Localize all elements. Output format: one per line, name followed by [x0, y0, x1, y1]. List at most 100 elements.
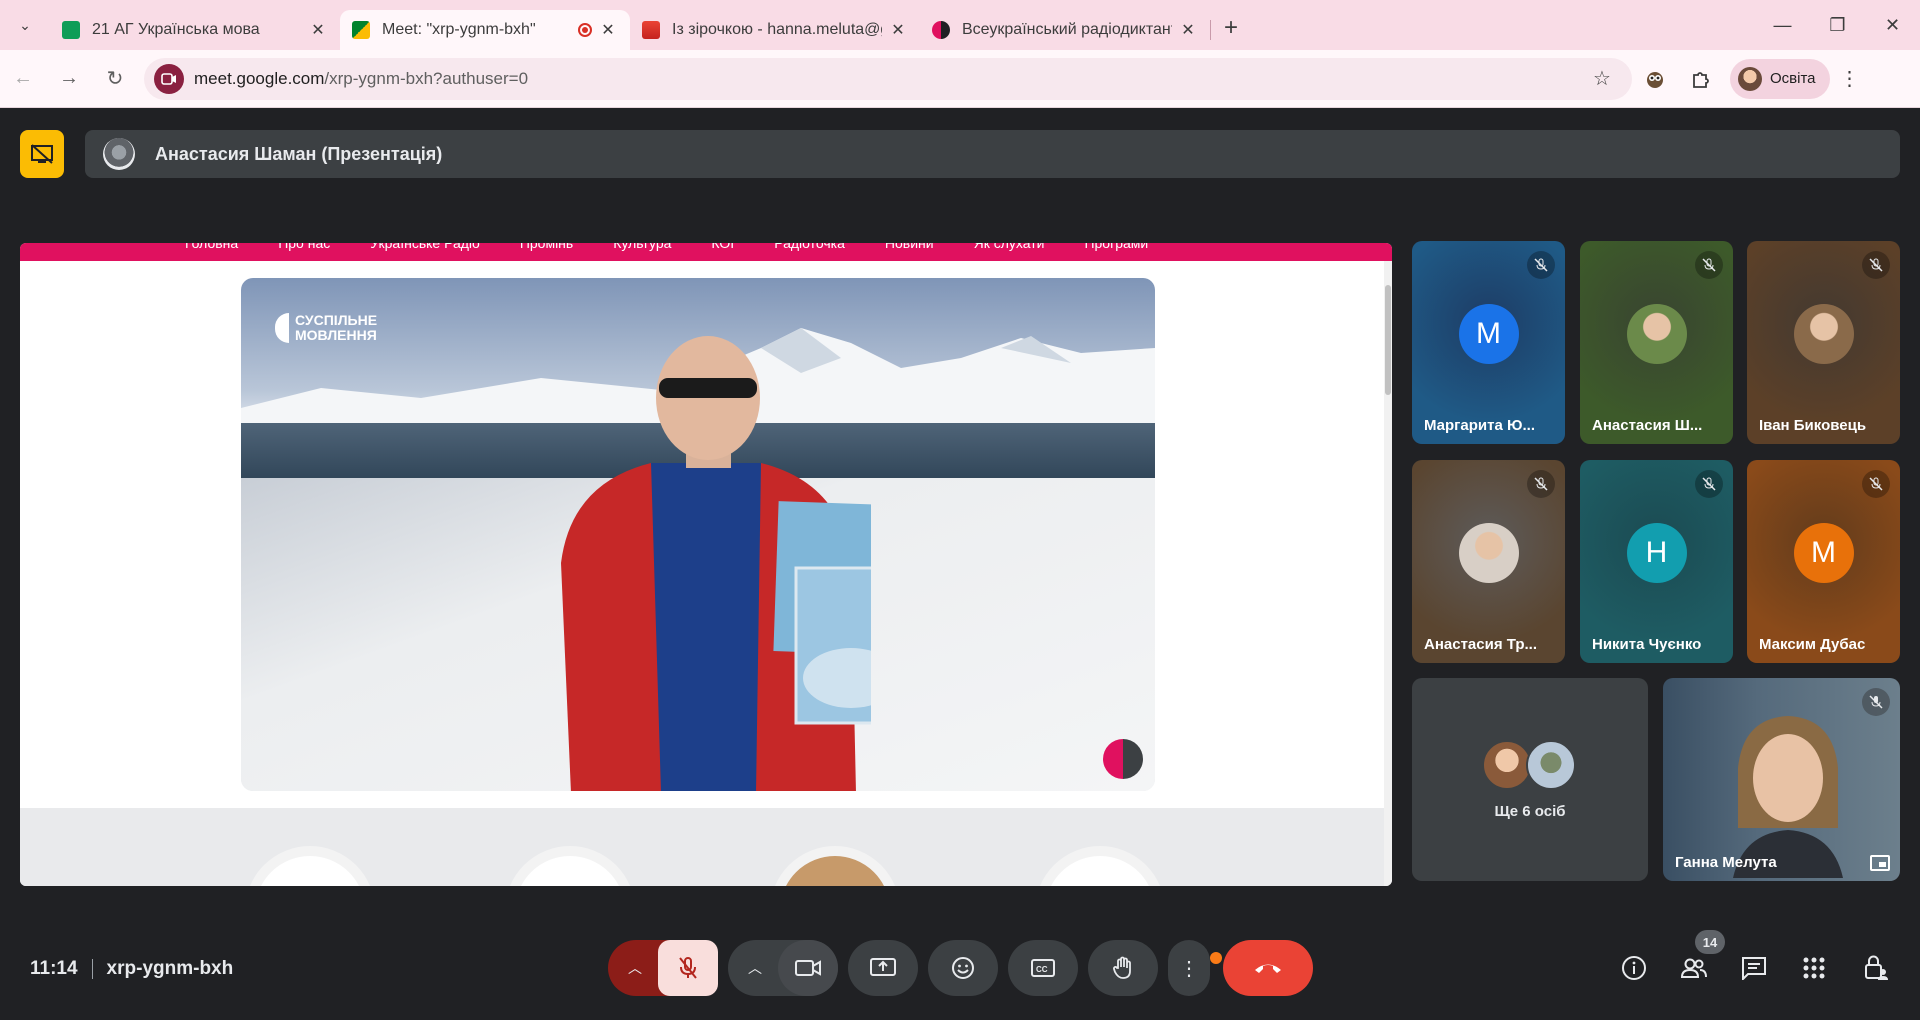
tab-radio[interactable]: Всеукраїнський радіодиктант ✕: [920, 10, 1210, 50]
participant-tile[interactable]: Анастасия Ш...: [1580, 241, 1733, 444]
chat-button[interactable]: [1734, 948, 1774, 988]
address-bar[interactable]: meet.google.com/xrp-ygnm-bxh?authuser=0 …: [144, 57, 1632, 100]
close-icon[interactable]: ✕: [598, 20, 618, 40]
url-host: meet.google.com: [194, 68, 325, 88]
close-icon[interactable]: ✕: [888, 20, 908, 40]
shared-nav-item: Українське Радіо: [370, 243, 480, 251]
extension-owl-icon[interactable]: [1632, 59, 1678, 99]
camera-site-icon[interactable]: [154, 63, 184, 94]
avatar: М: [1458, 303, 1519, 364]
host-controls-button[interactable]: [1856, 948, 1896, 988]
shared-site-nav: Головна Про нас Українське Радіо Промінь Кул…: [20, 243, 1392, 261]
restore-icon[interactable]: ❐: [1810, 0, 1865, 50]
browser-toolbar: ← → ↻ meet.google.com/xrp-ygnm-bxh?authu…: [0, 50, 1920, 108]
profile-avatar: [1738, 66, 1762, 91]
present-screen-button[interactable]: [848, 940, 918, 996]
thumb-circle: [245, 846, 375, 886]
avatar: [1482, 740, 1532, 790]
meeting-details-button[interactable]: [1614, 948, 1654, 988]
emoji-icon: [952, 957, 974, 979]
shared-video: СУСПІЛЬНЕ МОВЛЕННЯ: [241, 278, 1155, 791]
svg-text:CC: CC: [1036, 965, 1048, 974]
mic-off-icon: [1862, 470, 1890, 498]
avatar: Н: [1626, 522, 1687, 583]
participant-name: Маргарита Ю...: [1424, 417, 1535, 434]
recording-icon: [578, 23, 592, 37]
self-view-tile[interactable]: Ганна Мелута: [1663, 678, 1900, 881]
shared-page-scrollbar[interactable]: [1384, 261, 1392, 886]
meet-page: Анастасия Шаман (Презентація) Головна Про…: [0, 108, 1920, 1020]
back-button[interactable]: ←: [0, 59, 46, 99]
close-icon[interactable]: ✕: [308, 20, 328, 40]
captions-button[interactable]: CC: [1008, 940, 1078, 996]
suspilne-logo-text: СУСПІЛЬНЕ МОВЛЕННЯ: [295, 312, 378, 343]
shared-nav-item: Культура: [613, 243, 672, 251]
more-options-button[interactable]: ⋮: [1168, 940, 1210, 996]
mic-off-icon: [1527, 470, 1555, 498]
camera-icon: [795, 960, 821, 976]
arrow-left-icon: ←: [13, 67, 33, 89]
thumb-circle: [1035, 846, 1165, 886]
leave-call-button[interactable]: [1223, 940, 1313, 996]
people-button[interactable]: [1674, 948, 1714, 988]
suspilne-logo: СУСПІЛЬНЕ МОВЛЕННЯ: [275, 313, 377, 343]
mic-off-icon: [1862, 688, 1890, 716]
url-path: /xrp-ygnm-bxh?authuser=0: [324, 68, 529, 88]
tab-search-dropdown[interactable]: ⌄: [0, 0, 50, 50]
profile-button[interactable]: Освіта: [1730, 58, 1830, 99]
participant-tile[interactable]: Анастасия Тр...: [1412, 460, 1565, 663]
camera-toggle-button[interactable]: [778, 940, 838, 996]
presenter-avatar: [103, 138, 135, 170]
bookmark-star-icon[interactable]: ☆: [1582, 66, 1622, 91]
shared-nav-item: Радіоточка: [774, 243, 845, 251]
shared-nav-item: КОІ: [711, 243, 735, 251]
shared-nav-item: Про нас: [278, 243, 331, 251]
close-window-icon[interactable]: ✕: [1865, 0, 1920, 50]
google-meet-icon: [352, 21, 370, 39]
avatar: [1526, 740, 1576, 790]
info-icon: [1622, 956, 1646, 980]
close-icon[interactable]: ✕: [1178, 20, 1198, 40]
tab-docs[interactable]: 21 АГ Українська мова ✕: [50, 10, 340, 50]
participant-tile[interactable]: Н Никита Чуєнко: [1580, 460, 1733, 663]
arrow-right-icon: →: [59, 67, 79, 89]
participant-tile[interactable]: М Маргарита Ю...: [1412, 241, 1565, 444]
minimize-icon[interactable]: —: [1755, 0, 1810, 50]
tab-title: 21 АГ Українська мова: [92, 21, 260, 38]
activities-button[interactable]: [1794, 948, 1834, 988]
scrollbar-thumb[interactable]: [1385, 285, 1391, 395]
presentation-bar: Анастасия Шаман (Презентація): [85, 130, 1900, 178]
picture-in-picture-icon[interactable]: [1870, 855, 1890, 871]
apps-grid-icon: [1803, 957, 1825, 979]
shared-nav-item: Як слухати: [973, 243, 1045, 251]
tab-gmail[interactable]: Із зірочкою - hanna.meluta@g ✕: [630, 10, 920, 50]
extensions-puzzle-icon[interactable]: [1678, 59, 1724, 99]
more-participants-tile[interactable]: Ще 6 осіб: [1412, 678, 1648, 881]
new-tab-button[interactable]: +: [1211, 8, 1251, 48]
reload-button[interactable]: ↻: [92, 59, 138, 99]
reload-icon: ↻: [106, 68, 124, 90]
participant-name: Анастасия Тр...: [1424, 636, 1538, 653]
browser-menu-button[interactable]: ⋮: [1830, 59, 1870, 99]
participant-tile[interactable]: М Максим Дубас: [1747, 460, 1900, 663]
tab-title: Із зірочкою - hanna.meluta@g: [672, 21, 882, 38]
suspilne-icon: [932, 21, 950, 39]
raise-hand-button[interactable]: [1088, 940, 1158, 996]
shared-nav-item: Промінь: [519, 243, 574, 251]
microphone-toggle-button[interactable]: [658, 940, 718, 996]
avatar: [1626, 303, 1687, 364]
tab-meet[interactable]: Meet: "xrp-ygnm-bxh" ✕: [340, 10, 630, 50]
reactions-button[interactable]: [928, 940, 998, 996]
more-vert-icon: ⋮: [1179, 957, 1199, 980]
thumb-circle: [770, 846, 900, 886]
captions-icon: CC: [1031, 959, 1055, 977]
mic-off-icon: [1695, 470, 1723, 498]
forward-button[interactable]: →: [46, 59, 92, 99]
plus-icon: +: [1223, 14, 1238, 41]
participant-name: Іван Биковець: [1759, 417, 1867, 434]
avatar: М: [1793, 522, 1854, 583]
participant-tile[interactable]: Іван Биковець: [1747, 241, 1900, 444]
profile-name: Освіта: [1770, 70, 1816, 87]
avatar: [1793, 303, 1854, 364]
presentation-toggle-button[interactable]: [20, 130, 64, 178]
